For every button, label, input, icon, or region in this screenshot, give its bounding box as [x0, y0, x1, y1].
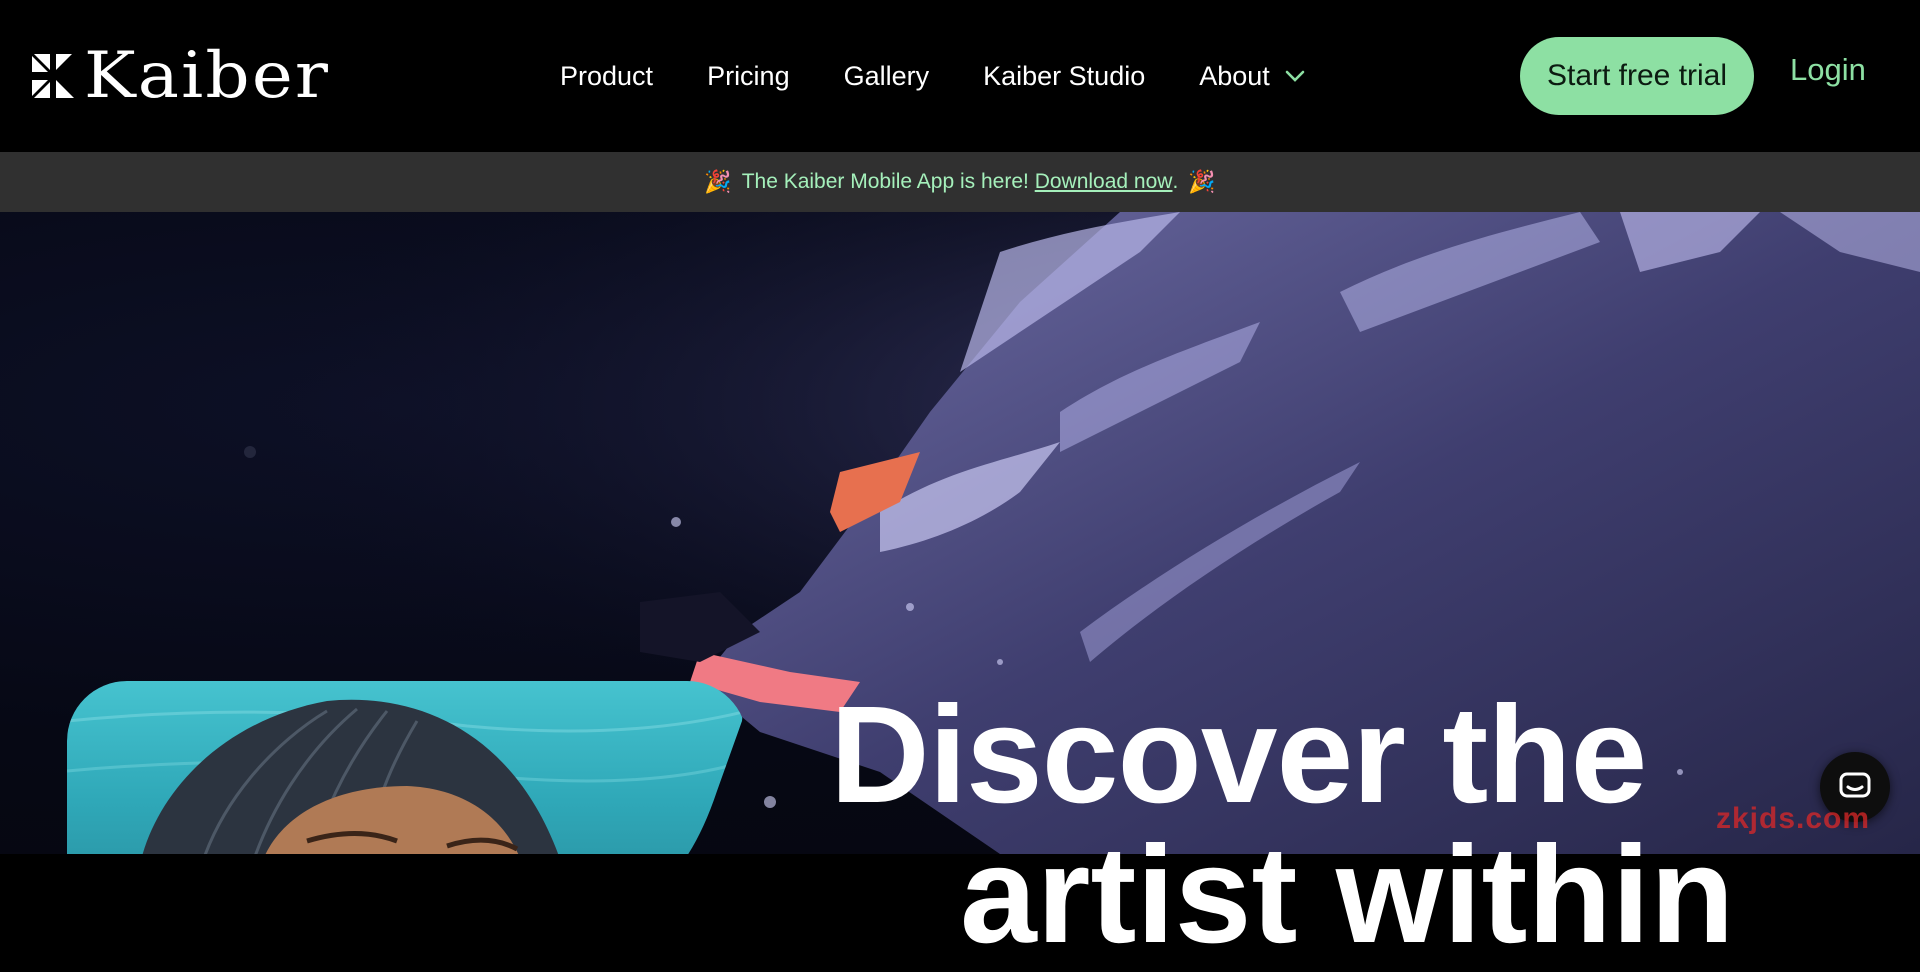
kaiber-logo-mark-icon: [32, 54, 74, 98]
party-popper-icon: 🎉: [704, 169, 732, 194]
hero-section: Discover the: [0, 212, 1920, 854]
nav-item-label: About: [1199, 60, 1270, 91]
banner-text: The Kaiber Mobile App is here!: [741, 170, 1029, 193]
nav-item-kaiber-studio[interactable]: Kaiber Studio: [983, 61, 1145, 92]
nav-item-label: Gallery: [843, 60, 930, 91]
party-popper-icon: 🎉: [1188, 169, 1216, 194]
hero-title: Discover the: [830, 678, 1647, 832]
banner-suffix: .: [1172, 170, 1179, 193]
announcement-banner: 🎉 The Kaiber Mobile App is here! Downloa…: [0, 152, 1920, 212]
nav-item-label: Kaiber Studio: [983, 60, 1146, 91]
site-watermark: zkjds.com: [1716, 802, 1871, 835]
nav-item-pricing[interactable]: Pricing: [707, 61, 790, 92]
nav-item-gallery[interactable]: Gallery: [844, 61, 930, 92]
chat-icon: [1839, 772, 1871, 798]
chevron-down-icon: [1285, 70, 1305, 82]
login-link[interactable]: Login: [1790, 52, 1866, 88]
hero-portrait-image: [67, 681, 747, 854]
kaiber-logo[interactable]: Kaiber: [30, 44, 328, 108]
site-header: Kaiber Product Pricing Gallery Kaiber St…: [0, 0, 1920, 152]
brand-name: Kaiber: [84, 39, 331, 113]
hero-title-line2: artist within: [960, 818, 1735, 972]
portrait-illustration: [67, 681, 747, 854]
nav-item-about[interactable]: About: [1199, 61, 1306, 92]
main-nav: Product Pricing Gallery Kaiber Studio Ab…: [560, 50, 1306, 102]
start-free-trial-button[interactable]: Start free trial: [1520, 37, 1754, 115]
download-now-link[interactable]: Download now: [1035, 170, 1173, 194]
nav-item-product[interactable]: Product: [560, 61, 653, 92]
nav-item-label: Pricing: [707, 60, 790, 91]
nav-item-label: Product: [560, 60, 654, 91]
